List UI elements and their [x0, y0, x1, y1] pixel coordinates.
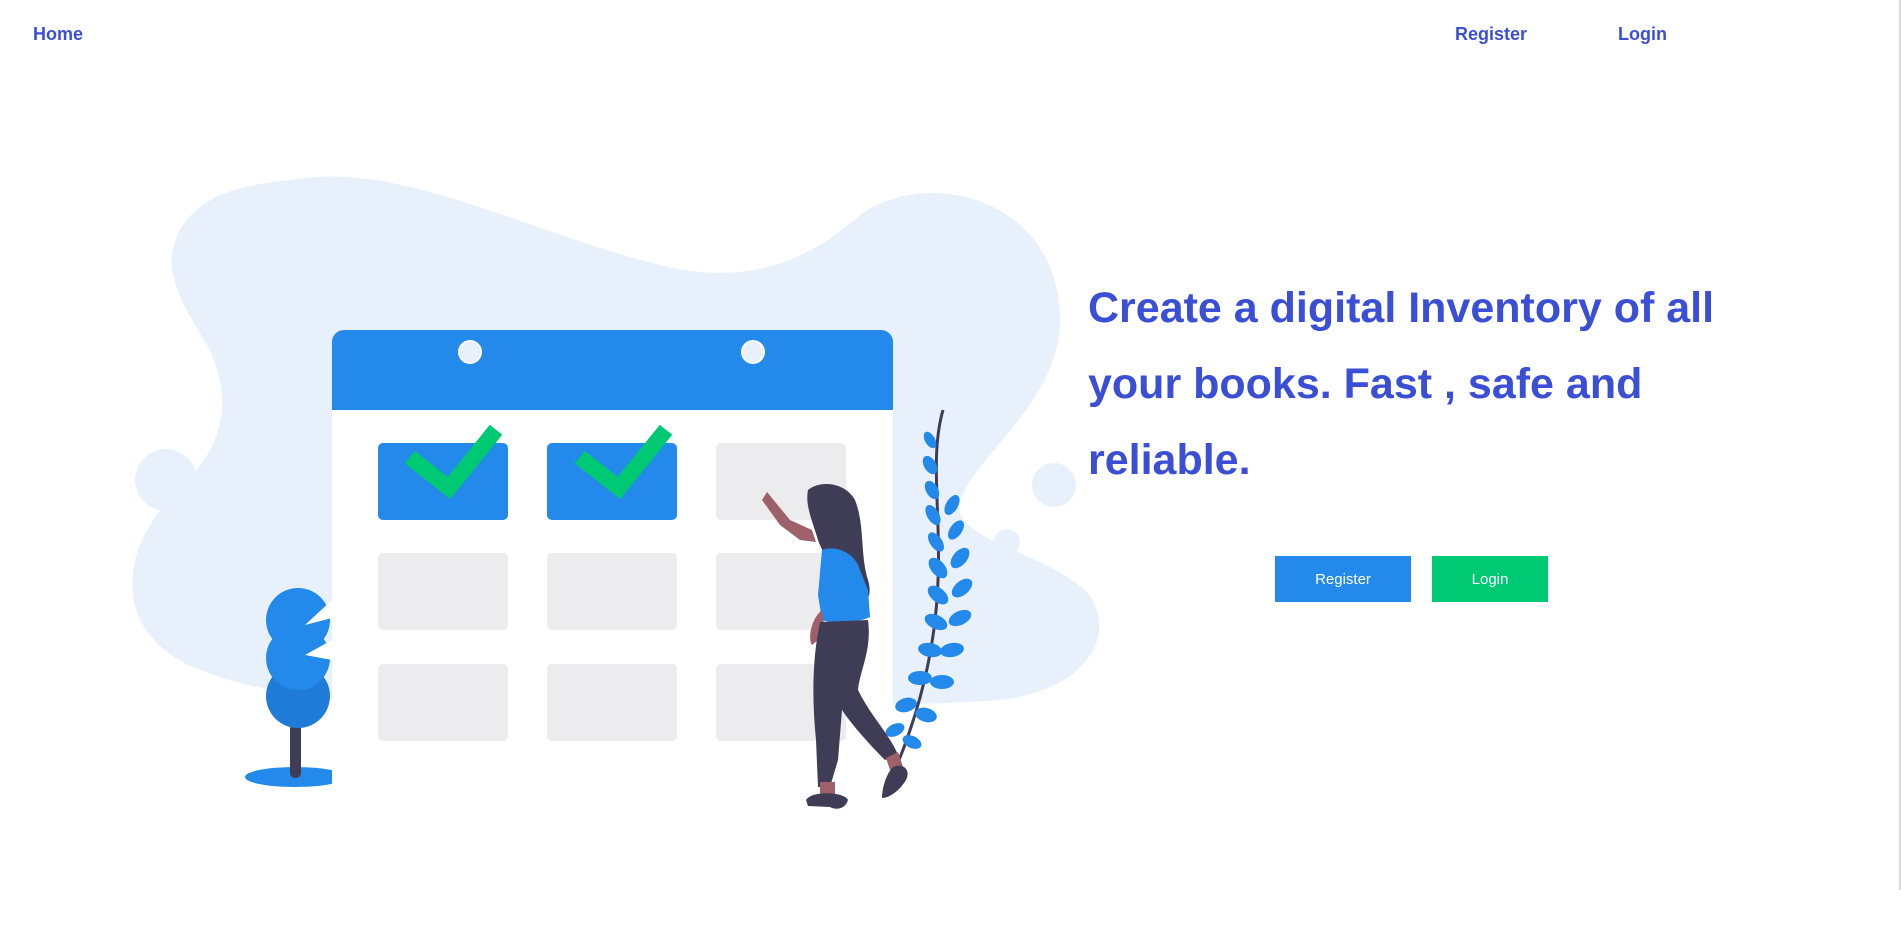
- decor-bubble: [994, 529, 1020, 555]
- hero-headline: Create a digital Inventory of all your b…: [1088, 284, 1715, 484]
- top-navbar: Home Register Login: [0, 0, 1901, 70]
- calendar-cell: [378, 664, 508, 741]
- nav-login-link[interactable]: Login: [1618, 24, 1667, 45]
- calendar-cell: [547, 553, 677, 630]
- decor-bubble: [135, 449, 197, 511]
- nav-home-link[interactable]: Home: [33, 24, 83, 45]
- nav-register-link[interactable]: Register: [1455, 24, 1527, 45]
- calendar-cell: [378, 553, 508, 630]
- decor-bubble: [1032, 463, 1076, 507]
- calendar-cell: [547, 664, 677, 741]
- tree-icon: [266, 588, 332, 778]
- decor-bubble: [1003, 568, 1047, 612]
- register-button[interactable]: Register: [1275, 556, 1411, 602]
- calendar-icon: [332, 330, 893, 793]
- hero-illustration: [132, 176, 1100, 809]
- login-button[interactable]: Login: [1432, 556, 1548, 602]
